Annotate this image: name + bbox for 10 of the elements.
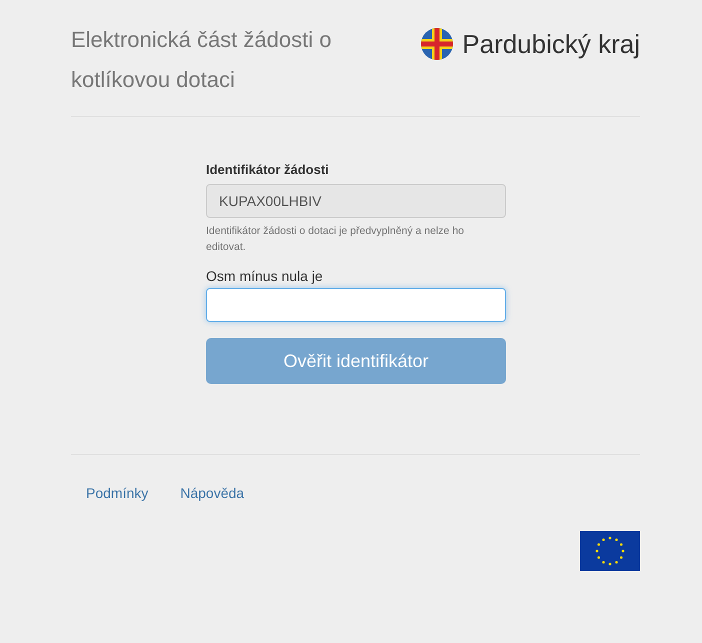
footer-link[interactable]: Podmínky: [86, 485, 148, 501]
footer-link[interactable]: Nápověda: [180, 485, 244, 501]
brand-name: Pardubický kraj: [462, 28, 640, 60]
eu-flag-icon: [580, 531, 640, 571]
logo-icon: [421, 28, 454, 60]
help-text: Identifikátor žádosti o dotaci je předvyplněný a nelze ho editovat.: [206, 224, 465, 255]
page-title: Elektronická část žádosti o kotlíkovou dotaci: [71, 26, 332, 94]
field-label: Identifikátor žádosti: [206, 162, 330, 177]
answer-field[interactable]: [206, 288, 506, 322]
field-label: Osm mínus nula je: [206, 268, 324, 284]
